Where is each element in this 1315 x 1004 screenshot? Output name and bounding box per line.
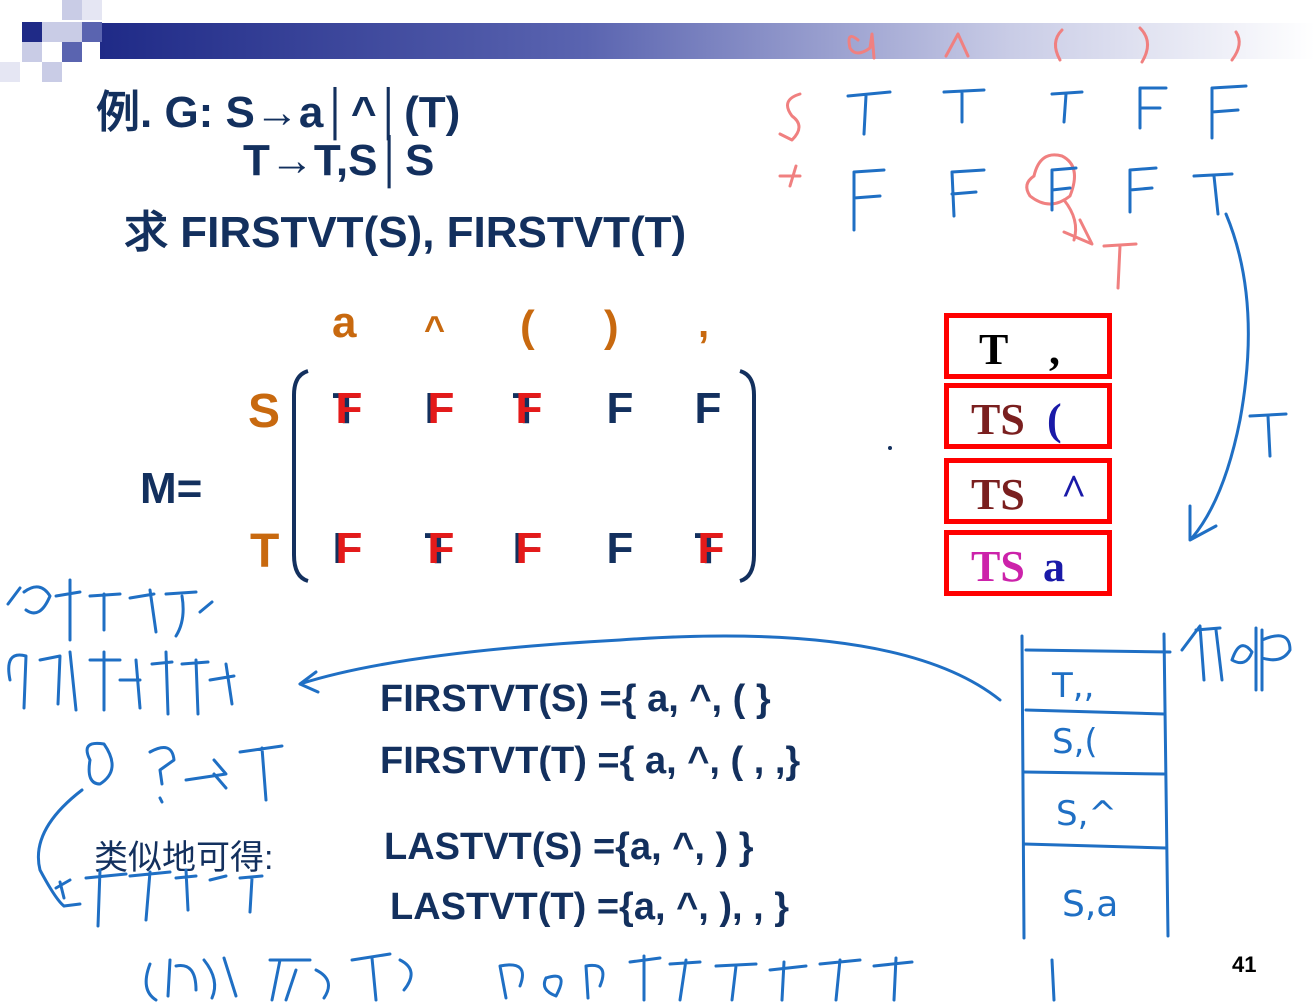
handwritten-annotations (6, 26, 1292, 1002)
